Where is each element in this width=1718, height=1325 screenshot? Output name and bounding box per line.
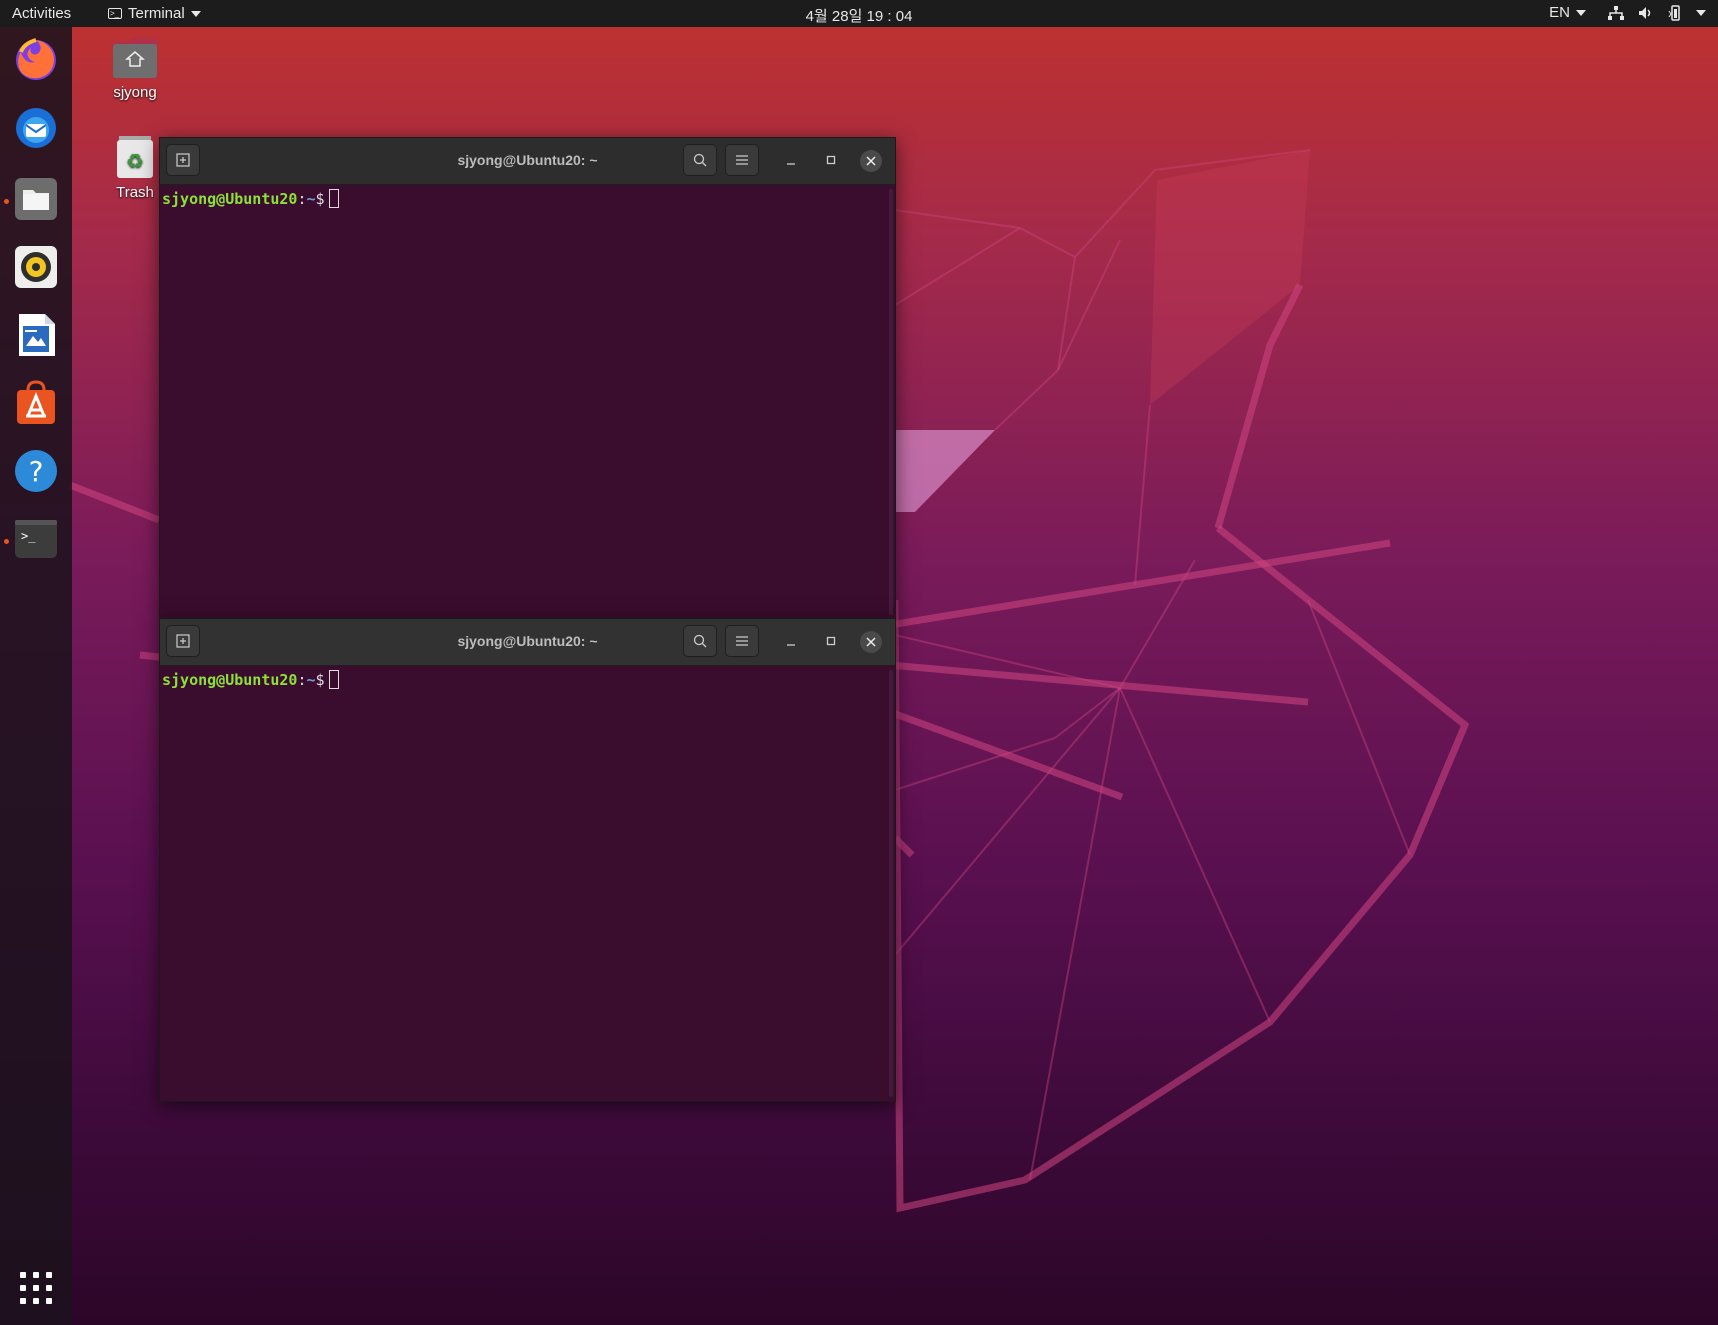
- grid-icon[interactable]: [20, 1272, 52, 1304]
- input-source-label: EN: [1549, 4, 1570, 21]
- svg-text:♻: ♻: [126, 149, 144, 173]
- maximize-icon: [826, 155, 836, 165]
- home-folder-label: sjyong: [113, 84, 157, 101]
- search-button[interactable]: [683, 625, 717, 657]
- terminal-output[interactable]: sjyong@Ubuntu20:~$: [160, 185, 895, 619]
- prompt-path: ~: [306, 671, 316, 689]
- hamburger-icon: [736, 155, 748, 165]
- firefox-icon[interactable]: [12, 35, 60, 83]
- app-menu-label: Terminal: [128, 5, 185, 22]
- dock: ? >_: [0, 27, 72, 1325]
- recycle-bin-icon: ♻: [117, 136, 153, 178]
- prompt-separator: :: [297, 671, 307, 689]
- files-icon[interactable]: [12, 175, 60, 223]
- svg-text:>_: >_: [21, 529, 36, 543]
- running-indicator: [4, 539, 9, 544]
- volume-icon: [1639, 6, 1651, 19]
- terminal-icon[interactable]: >_: [12, 515, 60, 563]
- terminal-window[interactable]: sjyong@Ubuntu20: ~ sjyong@Ubuntu20:~$: [159, 137, 896, 620]
- chevron-down-icon: [1696, 9, 1706, 16]
- running-indicator: [4, 199, 9, 204]
- maximize-button[interactable]: [821, 631, 841, 651]
- battery-icon: [1668, 4, 1680, 21]
- minimize-icon: [787, 644, 795, 646]
- thunderbird-icon[interactable]: [12, 103, 60, 151]
- minimize-button[interactable]: [781, 631, 801, 651]
- search-button[interactable]: [683, 144, 717, 176]
- text-cursor: [328, 670, 339, 689]
- top-bar: Activities >_ Terminal 4월 28일 19 : 04 EN: [0, 0, 1718, 27]
- close-icon: [866, 637, 876, 647]
- close-icon: [866, 156, 876, 166]
- window-titlebar[interactable]: sjyong@Ubuntu20: ~: [160, 138, 895, 185]
- menu-button[interactable]: [725, 144, 759, 176]
- menu-button[interactable]: [725, 625, 759, 657]
- new-tab-button[interactable]: [166, 625, 200, 657]
- terminal-output[interactable]: sjyong@Ubuntu20:~$: [160, 666, 895, 1101]
- help-icon[interactable]: ?: [12, 447, 60, 495]
- system-menu[interactable]: [1608, 4, 1706, 21]
- close-button[interactable]: [860, 150, 882, 172]
- search-icon: [693, 153, 707, 167]
- activities-button[interactable]: Activities: [12, 5, 71, 22]
- chevron-down-icon: [1576, 9, 1586, 16]
- maximize-icon: [826, 636, 836, 646]
- text-cursor: [328, 189, 339, 208]
- prompt-separator: :: [297, 190, 307, 208]
- search-icon: [693, 634, 707, 648]
- hamburger-icon: [736, 636, 748, 646]
- clock[interactable]: 4월 28일 19 : 04: [806, 8, 913, 25]
- rhythmbox-icon[interactable]: [12, 243, 60, 291]
- folder-icon: [113, 38, 157, 78]
- minimize-button[interactable]: [781, 150, 801, 170]
- app-menu[interactable]: >_ Terminal: [108, 5, 201, 22]
- new-tab-button[interactable]: [166, 144, 200, 176]
- svg-text:?: ?: [29, 455, 44, 488]
- home-folder-icon[interactable]: sjyong: [95, 36, 175, 101]
- terminal-window[interactable]: sjyong@Ubuntu20: ~ sjyong@Ubuntu20:~$: [159, 618, 896, 1102]
- prompt-symbol: $: [315, 671, 325, 689]
- software-icon[interactable]: [12, 379, 60, 427]
- prompt-user: sjyong@Ubuntu20: [162, 671, 298, 689]
- prompt-user: sjyong@Ubuntu20: [162, 190, 298, 208]
- prompt-symbol: $: [315, 190, 325, 208]
- input-source-menu[interactable]: EN: [1549, 4, 1586, 21]
- maximize-button[interactable]: [821, 150, 841, 170]
- terminal-app-icon: >_: [108, 8, 122, 19]
- scrollbar[interactable]: [889, 189, 893, 615]
- scrollbar[interactable]: [889, 670, 893, 1097]
- prompt-path: ~: [306, 190, 316, 208]
- window-titlebar[interactable]: sjyong@Ubuntu20: ~: [160, 619, 895, 666]
- close-button[interactable]: [860, 631, 882, 653]
- network-icon: [1608, 5, 1624, 20]
- writer-icon[interactable]: [12, 311, 60, 359]
- minimize-icon: [787, 163, 795, 165]
- chevron-down-icon: [190, 10, 201, 17]
